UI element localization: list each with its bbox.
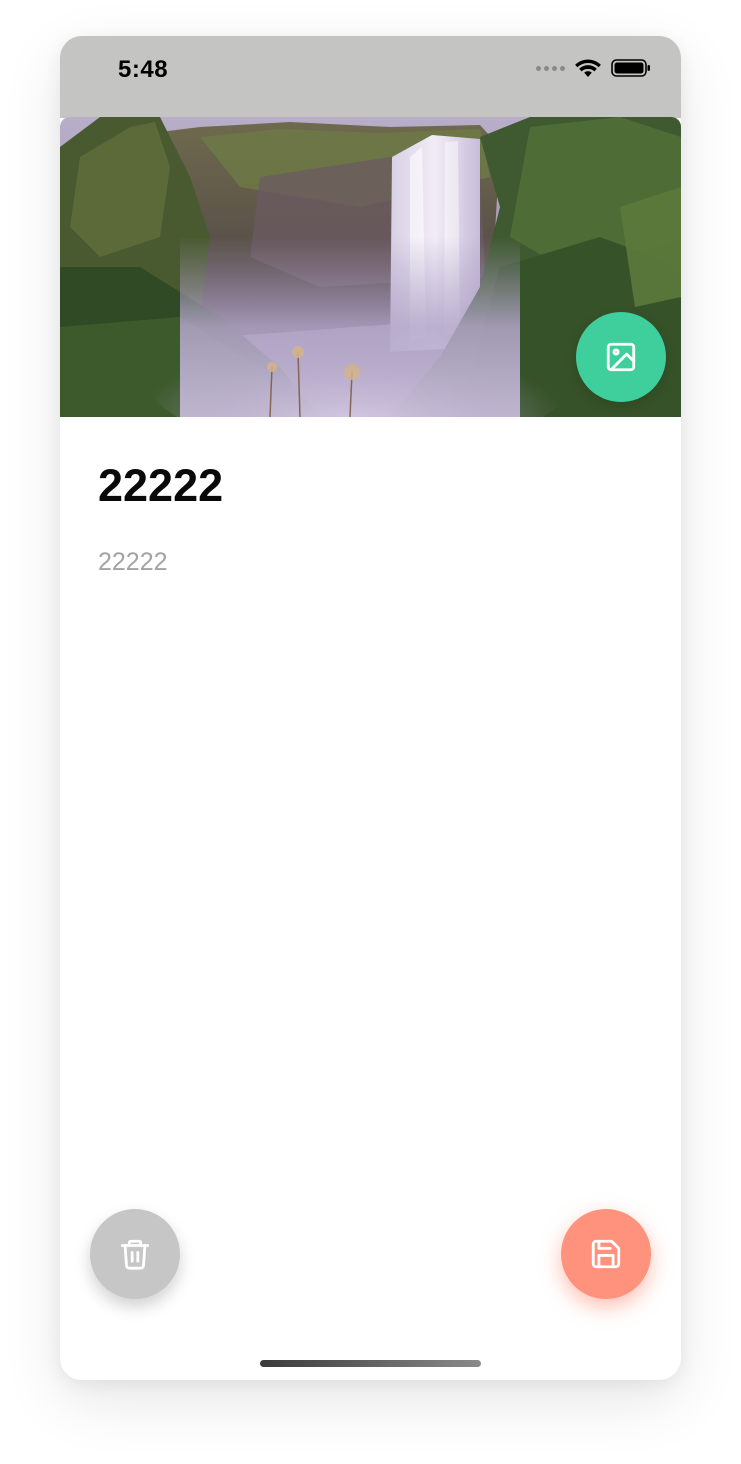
status-icons [536,58,651,78]
note-title[interactable]: 22222 [98,460,223,512]
signal-dots-icon [536,65,565,71]
battery-icon [611,59,650,77]
note-body[interactable]: 22222 [98,548,168,577]
trash-icon [120,1239,150,1270]
image-icon [606,342,636,372]
delete-button[interactable] [90,1209,180,1299]
save-icon [591,1239,621,1269]
phone-frame: 5:48 22222 22222 [60,36,681,1380]
status-bar: 5:48 [60,36,681,118]
wifi-icon [575,59,601,77]
save-button[interactable] [561,1209,651,1299]
change-image-button[interactable] [576,312,666,402]
home-indicator[interactable] [260,1360,481,1367]
status-time: 5:48 [118,56,169,83]
